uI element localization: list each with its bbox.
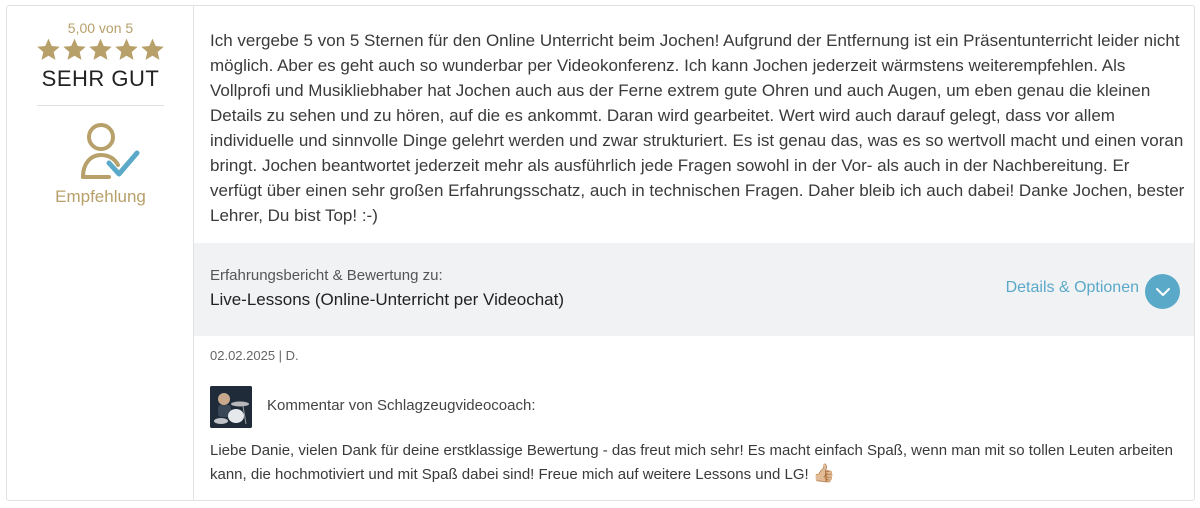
details-options-link[interactable]: Details & Optionen [1006,279,1139,297]
star-rating [36,37,166,63]
recommendation-label: Empfehlung [55,187,146,206]
review-date-author: 02.02.2025 | D. [210,348,299,363]
star-icon [89,38,112,60]
comment-body: Liebe Danie, vielen Dank für deine erstk… [210,442,1174,483]
star-icon [37,38,60,60]
star-icon [115,38,138,60]
star-icon [63,38,86,60]
star-icon [141,38,164,60]
comment-author: Kommentar von Schlagzeugvideocoach: [267,397,536,414]
avatar [210,386,252,428]
rating-panel: 5,00 von 5 SEHR GUT Empfehlung [7,6,194,500]
review-card: 5,00 von 5 SEHR GUT Empfehlung Ich verge… [6,5,1195,501]
review-text: Ich vergebe 5 von 5 Sternen für den Onli… [210,31,1185,225]
divider [37,105,164,106]
chevron-down-icon [1155,287,1170,296]
details-toggle-button[interactable] [1145,274,1180,309]
drummer-avatar-icon [210,386,252,428]
review-subject-label: Erfahrungsbericht & Bewertung zu: [210,267,443,284]
thumbs-up-emoji: 👍🏼 [812,463,836,483]
comment-text: Liebe Danie, vielen Dank für deine erstk… [210,440,1185,486]
rating-score: 5,00 von 5 [67,20,134,36]
recommendation-user-check-icon [81,123,140,179]
review-info-bar: Erfahrungsbericht & Bewertung zu: Live-L… [194,243,1194,336]
review-product-title: Live-Lessons (Online-Unterricht per Vide… [210,290,565,309]
rating-verdict: SEHR GUT [41,66,160,91]
